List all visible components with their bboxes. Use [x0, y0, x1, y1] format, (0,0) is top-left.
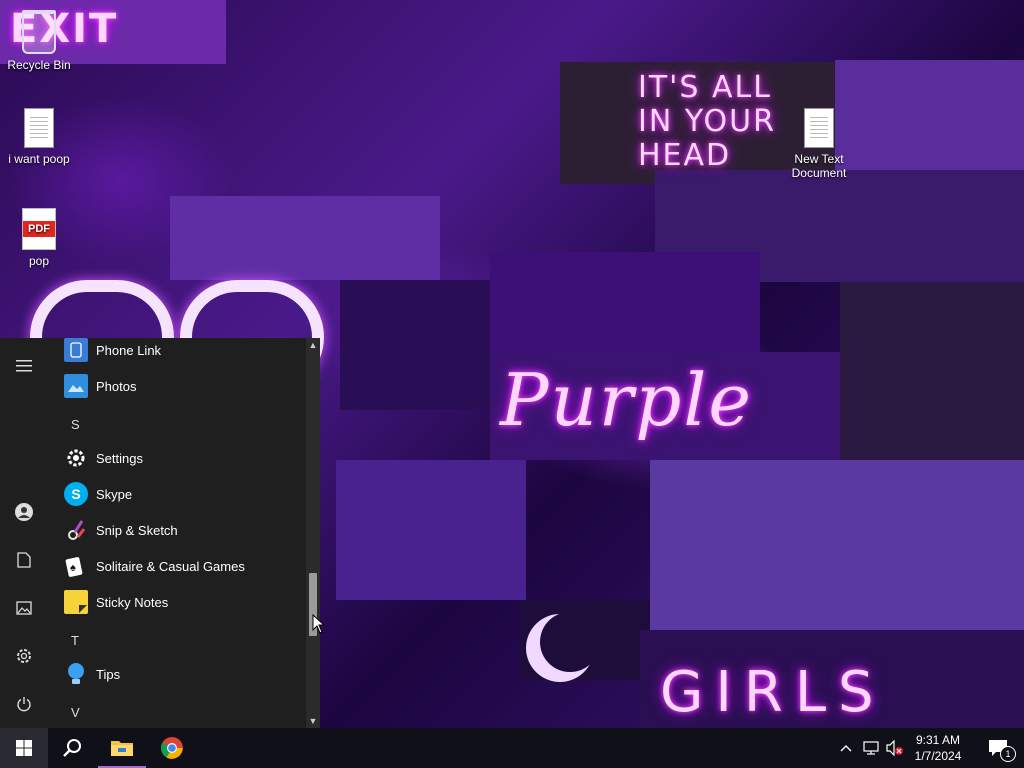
settings-icon	[17, 649, 31, 663]
app-snip-sketch[interactable]: Snip & Sketch	[48, 512, 306, 548]
user-account-button[interactable]	[0, 492, 48, 532]
app-label: Snip & Sketch	[96, 522, 178, 538]
network-icon	[863, 741, 879, 755]
pictures-button[interactable]	[0, 588, 48, 628]
network-button[interactable]	[860, 728, 882, 768]
start-menu: Phone Link Photos S Settings S Skype Sni…	[0, 338, 320, 728]
documents-icon	[17, 552, 31, 568]
search-icon	[63, 739, 81, 757]
desktop-icon-new-text-document[interactable]: New Text Document	[779, 108, 859, 180]
desktop-icon-label: i want poop	[8, 152, 70, 166]
letter-header-v[interactable]: V	[48, 694, 306, 728]
wallpaper-head-text-2: IN YOUR	[638, 104, 776, 139]
wallpaper-head-text-1: IT'S ALL	[638, 70, 772, 105]
clock-date: 1/7/2024	[914, 749, 962, 763]
app-label: Skype	[96, 486, 133, 502]
app-sticky-notes[interactable]: Sticky Notes	[48, 584, 306, 620]
letter-header-t[interactable]: T	[48, 622, 306, 658]
chevron-up-icon	[840, 745, 852, 752]
app-label: Settings	[96, 450, 143, 466]
phone-link-icon	[64, 338, 88, 362]
app-label: Photos	[96, 378, 137, 394]
wallpaper-tile	[840, 282, 1024, 460]
volume-button[interactable]	[884, 728, 906, 768]
app-label: Phone Link	[96, 342, 162, 358]
power-button[interactable]	[0, 684, 48, 724]
tips-icon	[64, 662, 88, 686]
solitaire-icon: ♠	[64, 554, 88, 578]
scroll-up-arrow-icon[interactable]: ▲	[306, 338, 320, 352]
chrome-button[interactable]	[148, 728, 196, 768]
search-button[interactable]	[48, 728, 96, 768]
desktop-icon-recycle-bin[interactable]: Recycle Bin	[0, 10, 79, 72]
gear-icon	[64, 446, 88, 470]
svg-text:♠: ♠	[70, 562, 76, 574]
desktop-icon-i-want-poop[interactable]: i want poop	[0, 108, 79, 166]
wallpaper-moon-icon	[540, 612, 600, 672]
app-list: Phone Link Photos S Settings S Skype Sni…	[48, 338, 306, 728]
volume-muted-icon	[886, 740, 903, 756]
app-tips[interactable]: Tips	[48, 656, 306, 692]
taskbar: 9:31 AM 1/7/2024 1	[0, 728, 1024, 768]
file-explorer-button[interactable]	[98, 728, 146, 768]
documents-button[interactable]	[0, 540, 48, 580]
wallpaper-tile	[835, 60, 1024, 170]
letter-header-s[interactable]: S	[48, 406, 306, 442]
hamburger-menu-button[interactable]	[0, 346, 48, 386]
app-solitaire[interactable]: ♠ Solitaire & Casual Games	[48, 548, 306, 584]
wallpaper-tile	[490, 252, 760, 352]
action-center-button[interactable]: 1	[978, 728, 1018, 768]
clock[interactable]: 9:31 AM 1/7/2024	[908, 728, 968, 768]
skype-icon: S	[64, 482, 88, 506]
sticky-notes-icon	[64, 590, 88, 614]
chrome-icon	[161, 737, 183, 759]
app-list-scrollbar[interactable]: ▲ ▼	[306, 338, 320, 728]
windows-start-icon	[16, 740, 32, 756]
app-label: Tips	[96, 666, 121, 682]
app-settings[interactable]: Settings	[48, 440, 306, 476]
pictures-icon	[16, 601, 32, 615]
text-file-icon	[24, 108, 54, 148]
wallpaper-tile	[340, 280, 490, 410]
app-label: Sticky Notes	[96, 594, 169, 610]
power-icon	[17, 697, 31, 712]
show-hidden-icons-button[interactable]	[836, 728, 856, 768]
settings-button[interactable]	[0, 636, 48, 676]
user-icon	[15, 503, 33, 521]
mouse-cursor-icon	[312, 614, 324, 634]
desktop-icon-pop[interactable]: PDF pop	[0, 208, 79, 268]
text-file-icon	[804, 108, 834, 148]
hamburger-icon	[16, 360, 32, 372]
desktop-icon-label: New Text Document	[791, 152, 847, 180]
photos-icon	[64, 374, 88, 398]
desktop-icon-label: Recycle Bin	[7, 58, 71, 72]
wallpaper-tile	[650, 460, 1024, 630]
recycle-bin-icon	[22, 10, 56, 54]
wallpaper-girls-text: GIRLS	[660, 660, 886, 725]
app-label: Solitaire & Casual Games	[96, 558, 245, 574]
start-menu-rail	[0, 338, 48, 728]
pdf-file-icon: PDF	[22, 208, 56, 250]
snip-sketch-icon	[64, 518, 88, 542]
scroll-down-arrow-icon[interactable]: ▼	[306, 714, 320, 728]
app-photos[interactable]: Photos	[48, 368, 306, 404]
clock-time: 9:31 AM	[915, 733, 961, 747]
wallpaper-tile	[336, 460, 526, 600]
wallpaper-purple-text: Purple	[500, 358, 753, 442]
wallpaper-head-text-3: HEAD	[638, 138, 732, 173]
pdf-badge: PDF	[23, 221, 55, 237]
app-phone-link[interactable]: Phone Link	[48, 338, 306, 368]
wallpaper-tile	[170, 196, 440, 280]
notification-badge: 1	[1000, 746, 1016, 762]
desktop-icon-label: pop	[28, 254, 50, 268]
file-explorer-icon	[111, 741, 133, 756]
app-skype[interactable]: S Skype	[48, 476, 306, 512]
start-button[interactable]	[0, 728, 48, 768]
